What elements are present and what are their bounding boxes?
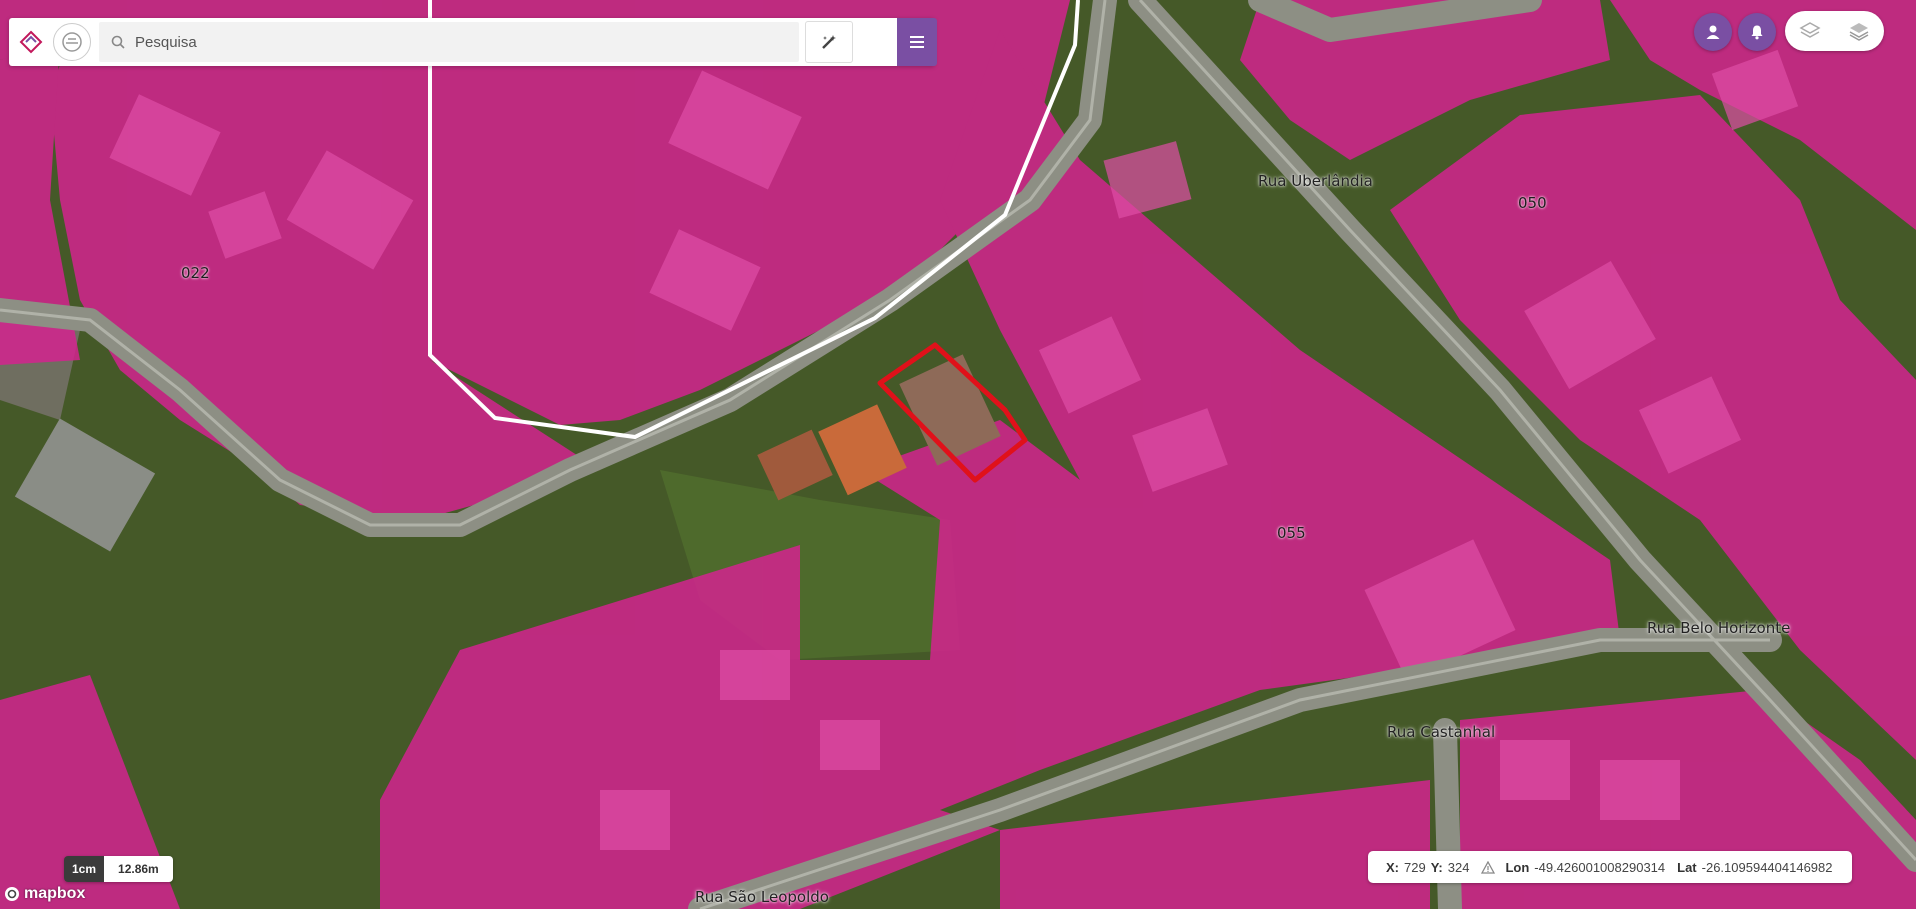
street-label: Rua Castanhal <box>1387 723 1496 741</box>
municipality-logo[interactable] <box>53 23 91 61</box>
menu-button[interactable] <box>897 18 937 66</box>
lon-value: -49.426001008290314 <box>1534 859 1666 875</box>
scale-value: 12.86m <box>104 856 173 882</box>
parcel-label: 022 <box>181 264 210 282</box>
coordinates-readout: X: 729 Y: 324 Lon -49.426001008290314 La… <box>1368 851 1852 883</box>
bell-icon <box>1749 24 1765 40</box>
user-icon <box>1705 24 1721 40</box>
scale-bar: 1cm 12.86m <box>64 856 173 882</box>
search-input[interactable] <box>133 32 777 52</box>
x-value: 729 <box>1404 859 1426 875</box>
layer-toggle[interactable] <box>1841 13 1877 49</box>
attribution-text: mapbox <box>24 885 86 902</box>
layers-outline-icon <box>1799 20 1821 42</box>
layers-icon <box>1848 20 1870 42</box>
tools-button[interactable] <box>805 21 853 63</box>
layer-switcher <box>1785 11 1884 51</box>
street-label: Rua São Leopoldo <box>695 888 829 906</box>
search-bar <box>9 18 935 66</box>
search-field[interactable] <box>99 22 799 62</box>
search-icon <box>111 35 125 49</box>
notifications-button[interactable] <box>1738 13 1776 51</box>
lon-label: Lon <box>1505 859 1530 875</box>
scale-unit: 1cm <box>64 856 105 882</box>
x-label: X: <box>1386 859 1399 875</box>
street-label: Rua Uberlândia <box>1258 172 1373 190</box>
parcel-label: 055 <box>1277 524 1306 542</box>
lat-value: -26.109594404146982 <box>1701 859 1833 875</box>
parcel-label: 050 <box>1518 194 1547 212</box>
hamburger-menu-icon <box>910 36 924 48</box>
user-button[interactable] <box>1694 13 1732 51</box>
y-value: 324 <box>1447 859 1470 875</box>
y-label: Y: <box>1430 859 1443 875</box>
mapbox-attribution[interactable]: mapbox <box>4 885 85 903</box>
map-canvas[interactable]: 022 050 055 Rua Uberlândia Rua Belo Hori… <box>0 0 1916 909</box>
street-label: Rua Belo Horizonte <box>1647 619 1791 637</box>
magic-tools-icon <box>820 33 838 51</box>
lat-label: Lat <box>1677 859 1697 875</box>
warning-icon <box>1481 860 1496 874</box>
app-logo[interactable] <box>13 24 49 60</box>
map-imagery[interactable] <box>0 0 1916 909</box>
mapbox-logo-icon <box>4 886 20 902</box>
layer-toggle-outline[interactable] <box>1792 13 1828 49</box>
